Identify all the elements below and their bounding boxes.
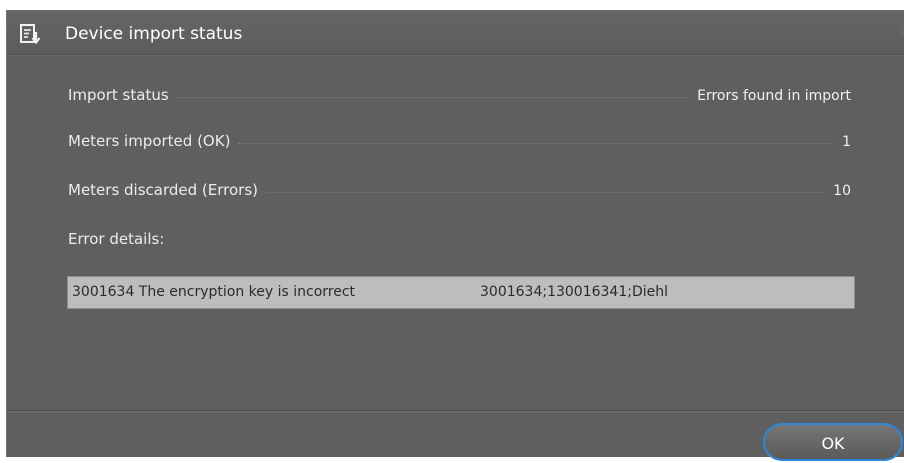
meters-discarded-row: Meters discarded (Errors) 10 xyxy=(68,181,851,205)
footer-divider xyxy=(7,410,904,411)
error-message: 3001634 The encryption key is incorrect xyxy=(72,284,356,300)
meters-imported-row: Meters imported (OK) 1 xyxy=(68,132,851,156)
meters-imported-label: Meters imported (OK) xyxy=(68,132,231,150)
import-status-row: Import status Errors found in import xyxy=(68,86,851,110)
meters-discarded-value: 10 xyxy=(833,183,851,199)
dialog-titlebar: Device import status × xyxy=(7,11,904,55)
ok-button[interactable]: OK xyxy=(763,423,903,461)
device-import-status-dialog: Device import status × Import status Err… xyxy=(6,10,904,461)
dialog-title: Device import status xyxy=(65,24,243,44)
import-status-label: Import status xyxy=(68,86,169,104)
dotted-leader xyxy=(266,191,826,193)
meters-discarded-label: Meters discarded (Errors) xyxy=(68,181,258,199)
error-data: 3001634;130016341;Diehl xyxy=(480,284,668,300)
error-details-label: Error details: xyxy=(68,230,165,248)
close-icon[interactable]: × xyxy=(898,21,904,41)
dotted-leader xyxy=(176,96,690,98)
import-list-icon xyxy=(20,24,41,45)
meters-imported-value: 1 xyxy=(842,134,851,150)
import-status-value: Errors found in import xyxy=(697,88,851,104)
dotted-leader xyxy=(238,142,835,144)
error-details-list[interactable]: 3001634 The encryption key is incorrect … xyxy=(67,276,855,309)
error-row[interactable]: 3001634 The encryption key is incorrect … xyxy=(72,284,668,300)
